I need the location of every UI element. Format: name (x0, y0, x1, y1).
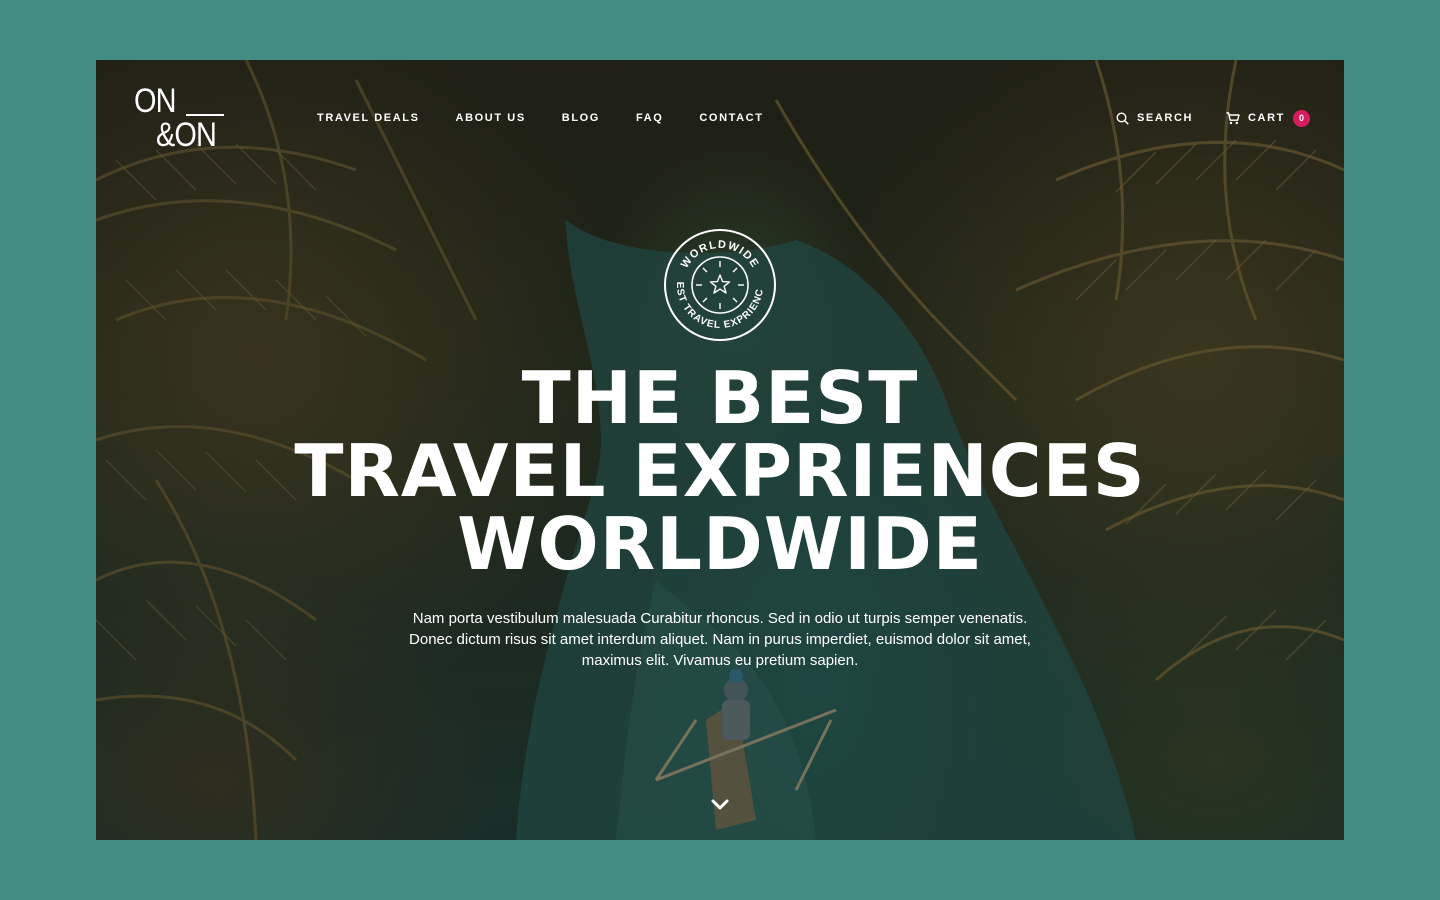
brand-logo[interactable]: ON &ON (134, 84, 226, 156)
search-label: SEARCH (1137, 112, 1194, 124)
cart-button[interactable]: CART 0 (1226, 108, 1310, 128)
nav-item-about-us[interactable]: ABOUT US (456, 110, 526, 126)
hero-description: Nam porta vestibulum malesuada Curabitur… (409, 610, 1031, 669)
nav-item-contact[interactable]: CONTACT (699, 110, 763, 126)
nav-item-travel-deals[interactable]: TRAVEL DEALS (317, 110, 420, 126)
headline-line-2: TRAVEL EXPRIENCES (294, 429, 1146, 513)
main-navigation: TRAVEL DEALS ABOUT US BLOG FAQ CONTACT (317, 110, 800, 126)
chevron-down-icon[interactable] (708, 796, 732, 814)
logo-text-bottom: &ON (156, 116, 217, 154)
hero-section: ON &ON TRAVEL DEALS ABOUT US BLOG FAQ CO… (96, 60, 1344, 840)
nav-item-blog[interactable]: BLOG (562, 110, 600, 126)
cart-icon (1226, 111, 1240, 124)
worldwide-seal-badge: WORLDWIDE BEST TRAVEL EXPRIENCES (663, 228, 776, 341)
headline-line-1: THE BEST (521, 356, 919, 440)
hero-headline: THE BEST TRAVEL EXPRIENCES WORLDWIDE (96, 362, 1344, 581)
search-button[interactable]: SEARCH (1116, 110, 1193, 126)
seal-ray-lines (696, 261, 744, 309)
nav-item-faq[interactable]: FAQ (636, 110, 663, 126)
cart-count-badge: 0 (1292, 109, 1310, 127)
headline-line-3: WORLDWIDE (457, 502, 983, 586)
star-icon (709, 274, 731, 294)
logo-text-top: ON (134, 82, 176, 120)
cart-label: CART (1248, 112, 1285, 124)
search-icon (1116, 111, 1129, 125)
